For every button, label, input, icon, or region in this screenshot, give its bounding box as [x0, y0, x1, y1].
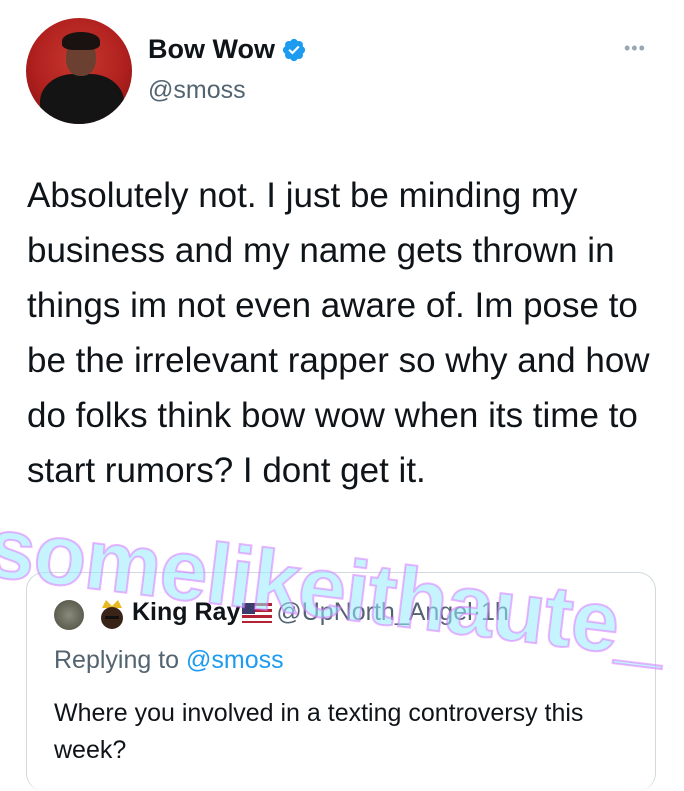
author-handle[interactable]: @smoss	[148, 76, 246, 105]
verified-badge-icon	[282, 38, 306, 61]
avatar-hair	[62, 32, 100, 50]
replying-to-line: Replying to @smoss	[54, 646, 284, 675]
more-horizontal-icon[interactable]: •••	[624, 38, 646, 59]
author-name-row[interactable]: Bow Wow	[148, 34, 307, 65]
avatar-body	[40, 74, 124, 124]
author-avatar[interactable]	[26, 18, 132, 124]
replying-to-handle[interactable]: @smoss	[186, 646, 284, 674]
quoted-tweet-text: Where you involved in a texting controve…	[54, 699, 584, 764]
replying-prefix: Replying to	[54, 646, 180, 674]
tweet-text: Absolutely not. I just be minding my bus…	[27, 176, 650, 490]
author-name[interactable]: Bow Wow	[148, 34, 275, 65]
